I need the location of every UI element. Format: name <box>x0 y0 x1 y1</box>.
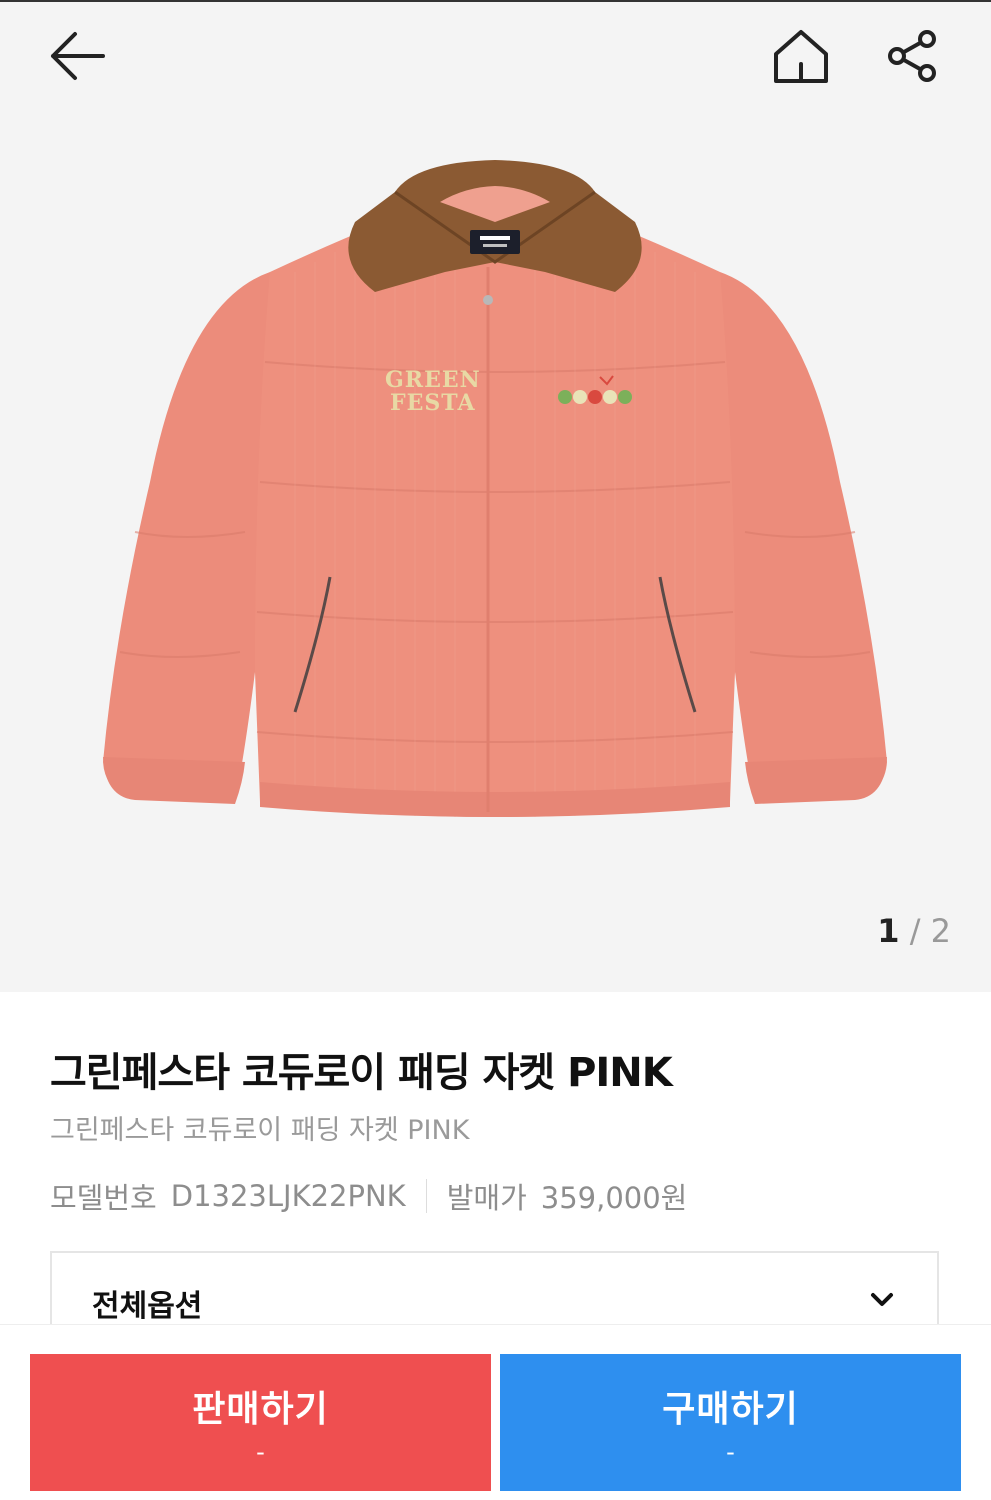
back-button[interactable] <box>44 24 108 88</box>
home-button[interactable] <box>769 24 833 88</box>
home-icon <box>774 30 828 83</box>
sell-button[interactable]: 판매하기 - <box>30 1354 491 1491</box>
image-counter-separator: / <box>909 912 921 950</box>
buy-button[interactable]: 구매하기 - <box>500 1354 961 1491</box>
product-title: 그린페스타 코듀로이 패딩 자켓 PINK <box>50 1050 673 1096</box>
image-counter-total: 2 <box>930 912 951 950</box>
product-image-gallery[interactable]: GREEN FESTA 1 / 2 <box>0 2 991 992</box>
svg-text:FESTA: FESTA <box>390 390 476 416</box>
share-button[interactable] <box>880 24 944 88</box>
release-price-label: 발매가 <box>446 1181 527 1215</box>
product-subtitle: 그린페스타 코듀로이 패딩 자켓 PINK <box>50 1115 470 1146</box>
buy-button-price: - <box>726 1438 735 1466</box>
bottom-action-bar: 판매하기 - 구매하기 - <box>0 1325 991 1500</box>
arrow-left-icon <box>51 32 105 80</box>
sell-button-label: 판매하기 <box>192 1389 329 1430</box>
product-meta: 모델번호 D1323LJK22PNK 발매가 359,000원 <box>50 1175 687 1217</box>
product-image: GREEN FESTA <box>103 160 887 817</box>
model-number-label: 모델번호 <box>50 1181 157 1215</box>
buy-button-label: 구매하기 <box>662 1389 799 1430</box>
share-icon <box>888 30 936 82</box>
model-number-value: D1323LJK22PNK <box>170 1179 406 1213</box>
option-selector-label: 전체옵션 <box>92 1289 203 1324</box>
sell-button-price: - <box>256 1438 265 1466</box>
meta-divider <box>425 1179 427 1213</box>
image-counter-current: 1 <box>877 912 900 950</box>
release-price-value: 359,000원 <box>540 1181 688 1215</box>
image-counter: 1 / 2 <box>877 912 951 950</box>
chevron-down-icon <box>871 1293 893 1306</box>
